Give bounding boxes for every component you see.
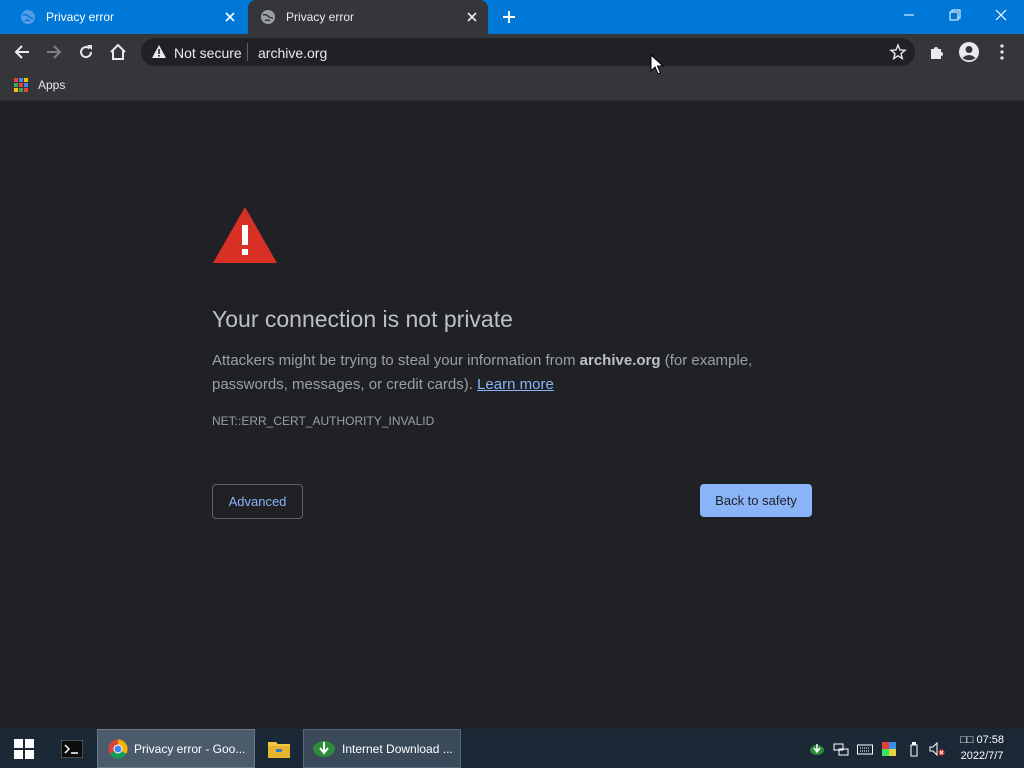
tab-title: Privacy error: [46, 10, 115, 24]
forward-button[interactable]: [39, 37, 69, 67]
more-vert-icon: [1000, 44, 1004, 60]
error-code: NET::ERR_CERT_AUTHORITY_INVALID: [212, 414, 435, 428]
back-to-safety-button[interactable]: Back to safety: [700, 484, 812, 517]
tab-title: Privacy error: [286, 10, 355, 24]
title-bar: Privacy error Privacy error: [0, 0, 1024, 34]
home-icon: [110, 43, 126, 60]
arrow-right-icon: [47, 45, 62, 59]
close-window-button[interactable]: [978, 0, 1024, 30]
bookmarks-bar: Apps: [0, 70, 1024, 101]
clock-date: 2022/7/7: [960, 750, 1004, 762]
mouse-cursor-icon: [650, 54, 664, 75]
apps-label: Apps: [38, 78, 66, 92]
chrome-icon: [108, 739, 128, 759]
taskbar-label: Privacy error - Goo...: [134, 741, 246, 756]
restore-button[interactable]: [932, 0, 978, 30]
terminal-icon: [61, 739, 83, 758]
color-app-icon[interactable]: [881, 741, 897, 757]
arrow-left-icon: [14, 45, 29, 59]
close-tab-icon[interactable]: [462, 7, 482, 27]
folder-icon: [268, 741, 290, 758]
desc-domain: archive.org: [579, 352, 661, 369]
url-text[interactable]: archive.org: [258, 45, 327, 61]
divider: [247, 43, 248, 61]
globe-icon: [20, 9, 36, 25]
reload-button[interactable]: [71, 37, 101, 67]
start-button[interactable]: [0, 729, 48, 768]
extensions-button[interactable]: [922, 37, 952, 67]
apps-shortcut[interactable]: Apps: [14, 76, 65, 94]
new-tab-button[interactable]: [497, 5, 521, 29]
back-button[interactable]: [7, 37, 37, 67]
clock-time: □□ 07:58: [960, 734, 1004, 746]
home-button[interactable]: [103, 37, 133, 67]
puzzle-icon: [931, 47, 943, 59]
apps-grid-icon: [14, 78, 28, 92]
tab-privacy-error-2[interactable]: Privacy error: [248, 0, 488, 34]
usb-icon[interactable]: [906, 741, 922, 757]
warning-icon[interactable]: [151, 44, 167, 60]
account-icon: [959, 42, 979, 62]
profile-button[interactable]: [954, 37, 984, 67]
taskbar-label: Internet Download ...: [342, 741, 453, 756]
globe-icon: [260, 9, 276, 25]
warning-triangle-icon: [213, 207, 277, 263]
error-heading: Your connection is not private: [212, 306, 513, 332]
windows-logo-icon: [14, 738, 34, 759]
star-icon[interactable]: [889, 43, 907, 61]
browser-toolbar: Not secure archive.org: [0, 34, 1024, 70]
taskbar-chrome[interactable]: Privacy error - Goo...: [97, 729, 255, 768]
idm-tray-icon[interactable]: [809, 741, 825, 757]
tab-privacy-error-1[interactable]: Privacy error: [8, 0, 246, 34]
taskbar-internet-download-manager[interactable]: Internet Download ...: [303, 729, 461, 768]
reload-icon: [80, 45, 93, 59]
idm-icon: [313, 740, 335, 757]
privacy-error-page: Your connection is not private Attackers…: [0, 101, 1024, 729]
desc-text: Attackers might be trying to steal your …: [212, 352, 580, 369]
error-description: Attackers might be trying to steal your …: [212, 349, 812, 397]
advanced-button[interactable]: Advanced: [212, 484, 303, 519]
menu-button[interactable]: [987, 37, 1017, 67]
taskbar: Privacy error - Goo... Internet Download…: [0, 729, 1024, 768]
network-icon[interactable]: [833, 741, 849, 757]
taskbar-file-explorer[interactable]: [259, 729, 299, 768]
address-bar[interactable]: Not secure archive.org: [141, 38, 915, 66]
system-clock[interactable]: □□ 07:58 2022/7/7: [960, 732, 1004, 764]
security-status[interactable]: Not secure: [174, 45, 242, 61]
volume-muted-icon[interactable]: [929, 741, 945, 757]
close-tab-icon[interactable]: [220, 7, 240, 27]
keyboard-icon[interactable]: [857, 741, 873, 757]
learn-more-link[interactable]: Learn more: [477, 376, 554, 393]
taskbar-terminal[interactable]: [52, 729, 92, 768]
minimize-button[interactable]: [886, 0, 932, 30]
